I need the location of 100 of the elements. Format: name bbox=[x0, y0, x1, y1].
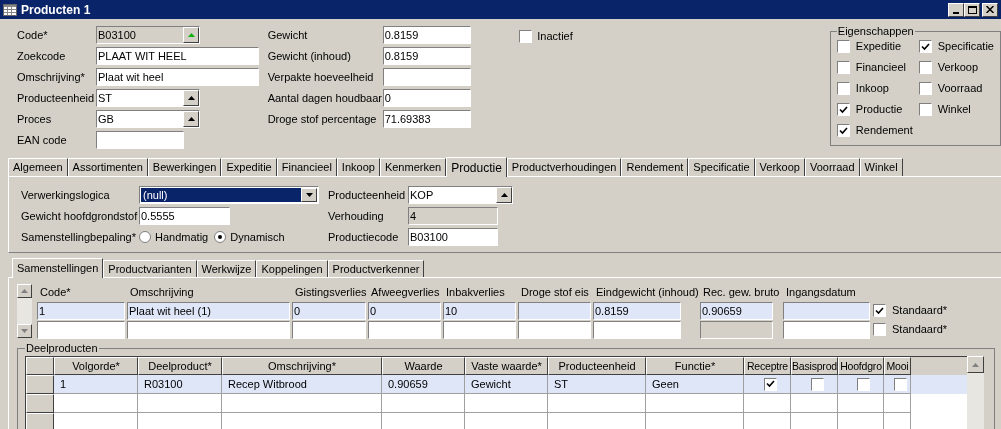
tab[interactable]: Financieel bbox=[276, 158, 337, 176]
combo-box[interactable]: GB bbox=[96, 110, 200, 128]
text-field[interactable]: PLAAT WIT HEEL bbox=[96, 47, 259, 65]
table-cell[interactable]: 10 bbox=[443, 301, 516, 320]
text-field[interactable]: 0 bbox=[382, 89, 471, 107]
checkbox[interactable] bbox=[873, 304, 886, 317]
tab[interactable]: Samenstellingen bbox=[12, 258, 104, 278]
checkbox[interactable] bbox=[836, 82, 850, 95]
tab[interactable]: Werkwijze bbox=[196, 260, 257, 277]
table-cell[interactable]: 0 bbox=[292, 301, 366, 320]
table-cell[interactable] bbox=[700, 320, 773, 339]
arrow-button[interactable] bbox=[496, 187, 512, 203]
arrow-button[interactable] bbox=[183, 90, 199, 106]
text-field[interactable]: Plaat wit heel bbox=[96, 68, 259, 86]
arrow-button[interactable] bbox=[183, 111, 199, 127]
tab[interactable]: Bewerkingen bbox=[147, 158, 222, 176]
checkbox[interactable] bbox=[836, 124, 850, 137]
table-cell[interactable]: 0.8159 bbox=[593, 301, 681, 320]
text-field[interactable] bbox=[96, 131, 184, 149]
tab[interactable]: Productverkenner bbox=[327, 260, 425, 277]
column-header[interactable]: Deelproduct* bbox=[138, 357, 222, 375]
column-header[interactable]: Functie* bbox=[646, 357, 744, 375]
tab[interactable]: Voorraad bbox=[804, 158, 860, 176]
column-header[interactable]: Omschrijving* bbox=[222, 357, 382, 375]
table-cell[interactable] bbox=[783, 320, 870, 339]
tab[interactable]: Productvarianten bbox=[103, 260, 197, 277]
checkbox[interactable] bbox=[918, 82, 932, 95]
table-cell[interactable] bbox=[783, 301, 870, 320]
checkbox[interactable] bbox=[519, 29, 533, 43]
combo-box[interactable]: KOP bbox=[408, 186, 513, 204]
table-cell[interactable] bbox=[593, 320, 681, 339]
combo-box[interactable]: B03100 bbox=[96, 26, 200, 44]
table-cell[interactable]: 1 bbox=[37, 301, 125, 320]
tab[interactable]: Winkel bbox=[859, 158, 903, 176]
column-header: Rec. gew. bruto bbox=[702, 286, 780, 299]
checkbox[interactable] bbox=[857, 377, 870, 391]
arrow-button[interactable] bbox=[183, 27, 199, 43]
tab[interactable]: Expeditie bbox=[221, 158, 277, 176]
checkbox[interactable] bbox=[810, 377, 824, 391]
column-header[interactable]: Mooi bbox=[884, 357, 911, 375]
caret-down-icon bbox=[305, 193, 313, 197]
column-header[interactable]: Receptre bbox=[744, 357, 791, 375]
dropdown[interactable]: (null) bbox=[139, 186, 319, 204]
text-field[interactable]: B03100 bbox=[408, 228, 498, 246]
table-row[interactable]: 1 R03100 Recep Witbrood 0.90659 Gewicht ST Geen bbox=[26, 375, 967, 394]
table-cell[interactable] bbox=[518, 320, 591, 339]
radio-button[interactable] bbox=[139, 231, 151, 243]
text-field[interactable]: 0.5555 bbox=[139, 207, 230, 225]
table-cell[interactable] bbox=[127, 320, 290, 339]
tab[interactable]: Assortimenten bbox=[67, 158, 148, 176]
tab[interactable]: Algemeen bbox=[8, 158, 68, 176]
checkbox[interactable] bbox=[918, 40, 932, 53]
tab[interactable]: Specificatie bbox=[688, 158, 755, 176]
column-header[interactable]: Basisprod bbox=[791, 357, 838, 375]
checkbox[interactable] bbox=[918, 103, 932, 116]
checkbox-label: Inkoop bbox=[855, 81, 889, 97]
column-header[interactable]: Hoofdgro bbox=[838, 357, 884, 375]
text-field[interactable] bbox=[382, 68, 471, 86]
scroll-down-button[interactable] bbox=[17, 324, 32, 338]
checkbox[interactable] bbox=[836, 61, 850, 74]
scroll-up-button[interactable] bbox=[17, 284, 32, 298]
table-cell[interactable]: 0 bbox=[368, 301, 441, 320]
tab[interactable]: Productverhoudingen bbox=[506, 158, 622, 176]
table-cell[interactable] bbox=[292, 320, 366, 339]
checkbox[interactable] bbox=[836, 103, 850, 116]
tab[interactable]: Productie bbox=[446, 157, 507, 177]
scroll-up-button[interactable] bbox=[967, 356, 984, 373]
table-cell[interactable] bbox=[443, 320, 516, 339]
minimize-button[interactable] bbox=[948, 2, 964, 17]
text-field[interactable]: 4 bbox=[408, 207, 498, 225]
table-cell[interactable] bbox=[518, 301, 591, 320]
column-header[interactable]: Volgorde* bbox=[54, 357, 138, 375]
checkbox[interactable] bbox=[836, 40, 850, 53]
column-header[interactable]: Vaste waarde* bbox=[465, 357, 548, 375]
close-button[interactable] bbox=[982, 2, 998, 17]
checkbox[interactable] bbox=[763, 377, 777, 391]
table-cell[interactable] bbox=[368, 320, 441, 339]
radio-button[interactable] bbox=[214, 231, 227, 243]
tab[interactable]: Inkoop bbox=[336, 158, 380, 176]
column-header[interactable]: Waarde bbox=[382, 357, 465, 375]
combo-box[interactable]: ST bbox=[96, 89, 200, 107]
checkbox[interactable] bbox=[918, 61, 932, 74]
tab[interactable]: Verkoop bbox=[754, 158, 805, 176]
table-cell[interactable]: 0.90659 bbox=[700, 301, 773, 320]
table-cell[interactable]: Plaat wit heel (1) bbox=[127, 301, 290, 320]
text-field[interactable]: 0.8159 bbox=[382, 26, 471, 44]
maximize-button[interactable] bbox=[964, 2, 980, 17]
text-field[interactable]: 71.69383 bbox=[382, 110, 471, 128]
table-cell[interactable] bbox=[37, 320, 125, 339]
tab[interactable]: Rendement bbox=[621, 158, 689, 176]
checkbox[interactable] bbox=[893, 377, 907, 391]
checkbox[interactable] bbox=[873, 323, 886, 336]
column-header[interactable]: Producteenheid bbox=[548, 357, 646, 375]
field-label: Gewicht hoofdgrondstof bbox=[21, 209, 138, 222]
tab[interactable]: Koppelingen bbox=[256, 260, 328, 277]
checkbox-label: Winkel bbox=[937, 102, 971, 118]
tab[interactable]: Kenmerken bbox=[379, 158, 447, 176]
text-field[interactable]: 0.8159 bbox=[382, 47, 471, 65]
dropdown-button[interactable] bbox=[301, 188, 317, 202]
triangle-up-icon bbox=[187, 96, 195, 100]
